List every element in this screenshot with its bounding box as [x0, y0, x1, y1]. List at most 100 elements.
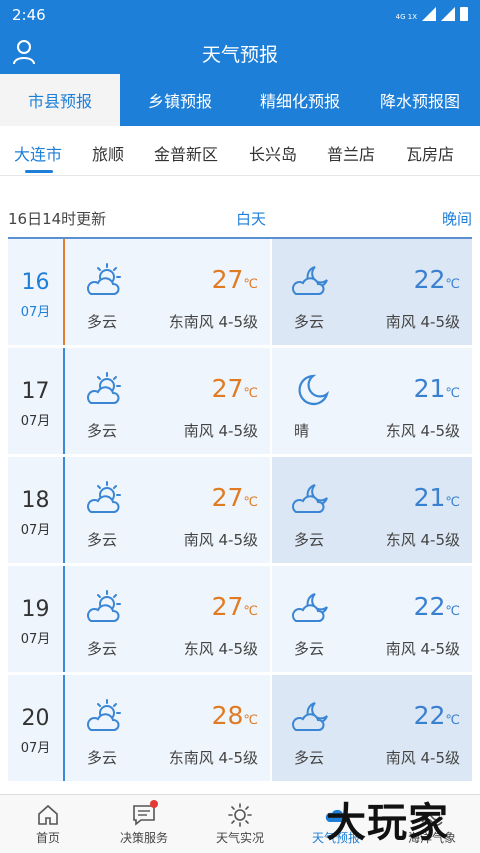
partly-cloudy-night-icon — [291, 593, 328, 622]
notification-dot — [150, 800, 158, 808]
night-wind: 南风 4-5级 — [385, 749, 460, 767]
nav-decision-service[interactable]: 决策服务 — [96, 795, 192, 853]
night-forecast: 多云 22℃ 南风 4-5级 — [272, 239, 472, 345]
night-wind: 东风 4-5级 — [385, 422, 460, 440]
nav-weather-live[interactable]: 天气实况 — [192, 795, 288, 853]
update-time: 16日14时更新 — [8, 210, 107, 228]
night-wind: 南风 4-5级 — [385, 640, 460, 658]
day-temp-value: 27 — [211, 483, 244, 512]
night-weather: 晴 — [294, 422, 310, 440]
temp-unit: ℃ — [445, 713, 460, 728]
status-bar: 2:46 4G 1X — [0, 0, 480, 30]
title-bar: 天气预报 — [0, 30, 480, 74]
date-cell: 19 07月 — [8, 566, 63, 672]
partly-cloudy-night-icon — [291, 266, 328, 295]
night-temp: 21℃ — [414, 483, 460, 512]
night-temp-value: 22 — [413, 701, 446, 730]
forecast-row: 20 07月 多云 28℃ 东南风 4-5级 多云 22℃ 南风 4-5级 — [8, 675, 472, 781]
tab-precip-map[interactable]: 降水预报图 — [360, 74, 480, 126]
day-temp: 27℃ — [212, 265, 258, 294]
partly-cloudy-day-icon — [86, 263, 121, 295]
status-time: 2:46 — [12, 6, 46, 24]
day-forecast: 多云 28℃ 东南风 4-5级 — [65, 675, 270, 781]
partly-cloudy-day-icon — [86, 699, 121, 731]
night-wind: 南风 4-5级 — [385, 313, 460, 331]
city-changxingdao[interactable]: 长兴岛 — [249, 141, 297, 165]
signal-icon-2 — [441, 7, 455, 21]
temp-unit: ℃ — [243, 277, 258, 292]
date-cell: 16 07月 — [8, 239, 63, 345]
date-cell: 18 07月 — [8, 457, 63, 563]
tab-fine-forecast[interactable]: 精细化预报 — [240, 74, 360, 126]
night-weather: 多云 — [294, 531, 325, 549]
sun-icon — [228, 803, 252, 827]
day-wind: 东南风 4-5级 — [168, 313, 258, 331]
night-weather: 多云 — [294, 640, 325, 658]
date-day: 20 — [21, 706, 50, 731]
night-temp-value: 21 — [413, 483, 446, 512]
nav-live-label: 天气实况 — [215, 831, 264, 845]
night-temp: 21℃ — [414, 374, 460, 403]
city-jinpu[interactable]: 金普新区 — [154, 141, 218, 165]
network-type: 4G 1X — [395, 13, 417, 21]
night-weather: 多云 — [294, 749, 325, 767]
day-temp: 27℃ — [212, 374, 258, 403]
night-header: 晚间 — [441, 210, 472, 228]
forecast-row: 18 07月 多云 27℃ 南风 4-5级 多云 21℃ 东风 4-5级 — [8, 457, 472, 563]
day-temp-value: 27 — [211, 592, 244, 621]
date-month: 07月 — [20, 305, 51, 320]
date-month: 07月 — [20, 741, 51, 756]
city-lushun[interactable]: 旅顺 — [92, 141, 124, 165]
date-month: 07月 — [20, 632, 51, 647]
day-forecast: 多云 27℃ 东南风 4-5级 — [65, 239, 270, 345]
partly-cloudy-day-icon — [86, 590, 121, 622]
city-selector: 大连市 旅顺 金普新区 长兴岛 普兰店 瓦房店 — [0, 126, 480, 176]
partly-cloudy-night-icon — [291, 484, 328, 513]
temp-unit: ℃ — [243, 386, 258, 401]
date-month: 07月 — [20, 523, 51, 538]
night-wind: 东风 4-5级 — [385, 531, 460, 549]
date-month: 07月 — [20, 414, 51, 429]
battery-icon — [460, 7, 468, 21]
nav-decision-label: 决策服务 — [119, 831, 168, 845]
night-forecast: 多云 22℃ 南风 4-5级 — [272, 566, 472, 672]
date-cell: 17 07月 — [8, 348, 63, 454]
temp-unit: ℃ — [445, 495, 460, 510]
forecast-list: 16日14时更新 白天 晚间 16 07月 多云 27℃ 东南风 4-5级 多云… — [0, 176, 480, 794]
status-icons: 4G 1X — [396, 7, 468, 21]
day-temp: 27℃ — [212, 483, 258, 512]
city-pulandian[interactable]: 普兰店 — [327, 141, 375, 165]
date-day: 19 — [21, 597, 50, 622]
night-temp: 22℃ — [414, 265, 460, 294]
day-weather: 多云 — [87, 531, 118, 549]
home-icon — [38, 804, 58, 825]
partly-cloudy-day-icon — [86, 481, 121, 513]
watermark: 大玩家 — [326, 800, 449, 846]
day-weather: 多云 — [87, 313, 118, 331]
forecast-row: 19 07月 多云 27℃ 东风 4-5级 多云 22℃ 南风 4-5级 — [8, 566, 472, 672]
temp-unit: ℃ — [243, 713, 258, 728]
temp-unit: ℃ — [445, 604, 460, 619]
nav-home-label: 首页 — [35, 831, 60, 845]
day-forecast: 多云 27℃ 南风 4-5级 — [65, 348, 270, 454]
date-day: 18 — [21, 488, 50, 513]
forecast-row: 16 07月 多云 27℃ 东南风 4-5级 多云 22℃ 南风 4-5级 — [8, 239, 472, 345]
night-forecast: 晴 21℃ 东风 4-5级 — [272, 348, 472, 454]
nav-home[interactable]: 首页 — [0, 795, 96, 853]
day-wind: 东风 4-5级 — [183, 640, 258, 658]
moon-icon — [298, 374, 330, 406]
day-wind: 南风 4-5级 — [183, 531, 258, 549]
forecast-row: 17 07月 多云 27℃ 南风 4-5级 晴 21℃ 东风 4-5级 — [8, 348, 472, 454]
active-city-indicator — [25, 170, 53, 173]
tab-town-forecast[interactable]: 乡镇预报 — [120, 74, 240, 126]
day-temp: 28℃ — [212, 701, 258, 730]
day-weather: 多云 — [87, 749, 118, 767]
tab-county-forecast[interactable]: 市县预报 — [0, 74, 120, 126]
city-wafangdian[interactable]: 瓦房店 — [406, 141, 454, 165]
night-temp: 22℃ — [414, 701, 460, 730]
date-day: 17 — [21, 379, 50, 404]
day-forecast: 多云 27℃ 东风 4-5级 — [65, 566, 270, 672]
night-temp: 22℃ — [414, 592, 460, 621]
city-dalian[interactable]: 大连市 — [14, 141, 62, 165]
signal-icon — [422, 7, 436, 21]
